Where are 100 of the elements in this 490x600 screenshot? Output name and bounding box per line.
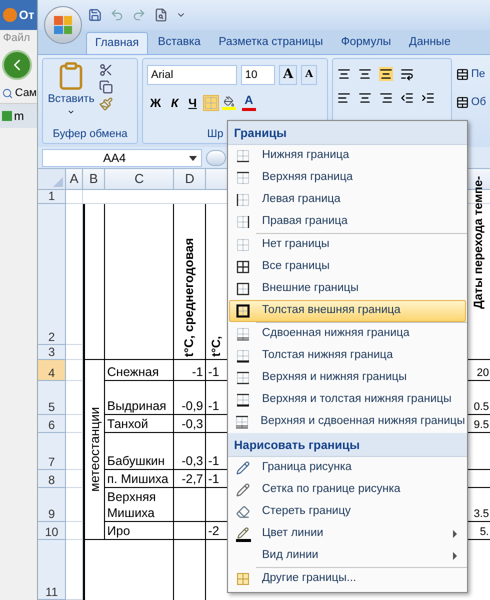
align-middle-icon[interactable] [358, 67, 372, 81]
align-bottom-icon[interactable] [379, 67, 394, 81]
column-header[interactable]: D [174, 169, 206, 190]
row-header[interactable]: 8 [38, 470, 66, 488]
menu-item[interactable]: Верхняя граница [229, 167, 466, 189]
ribbon-button[interactable]: Об [471, 94, 486, 110]
column-header[interactable]: C [105, 169, 174, 190]
row-header[interactable]: 7 [38, 433, 66, 470]
group-label: Шр [207, 126, 224, 142]
align-left-icon[interactable] [337, 91, 352, 105]
ribbon-tab[interactable]: Разметка страницы [210, 32, 331, 54]
cell-value: 9.5 [474, 418, 489, 432]
border-icon [236, 260, 250, 274]
ribbon-tab[interactable]: Главная [86, 32, 148, 54]
menu-item[interactable]: Правая граница [229, 211, 466, 233]
sheet-cell [66, 433, 84, 470]
row-header[interactable]: 10 [38, 522, 66, 540]
row-header[interactable]: 1 [38, 190, 66, 204]
font-name-field[interactable]: Arial [147, 65, 238, 85]
font-color-button[interactable]: A [240, 93, 258, 113]
align-right-icon[interactable] [379, 91, 394, 105]
browser-tab[interactable]: m [14, 107, 24, 125]
row-header[interactable]: 9 [38, 488, 66, 522]
menu-item[interactable]: Вид линии [229, 545, 466, 567]
menu-item[interactable]: Толстая внешняя граница [229, 300, 466, 322]
sheet-cell [66, 345, 84, 360]
pencil-icon [236, 483, 250, 497]
menu-item[interactable]: Сдвоенная нижняя граница [229, 323, 466, 345]
row-header[interactable]: 2 [38, 204, 66, 345]
group-label: Буфер обмена [52, 126, 129, 142]
menu-item[interactable]: Левая граница [229, 189, 466, 211]
ribbon-tab[interactable]: Вставка [150, 32, 209, 54]
back-button[interactable] [2, 50, 32, 80]
table-icon[interactable] [456, 96, 470, 108]
menu-item[interactable]: Граница рисунка [229, 457, 466, 479]
name-box[interactable]: AA4 [42, 148, 202, 166]
copy-icon[interactable] [99, 80, 114, 94]
grow-font-button[interactable]: A [279, 65, 298, 85]
pen-line-icon [236, 526, 250, 542]
menu-item[interactable]: Верхняя и сдвоенная нижняя границы [229, 411, 466, 433]
underline-button[interactable]: Ч [185, 93, 200, 113]
italic-button[interactable]: К [168, 93, 182, 113]
border-icon [236, 327, 250, 341]
column-heading: Даты перехода темпе- [470, 176, 486, 309]
border-icon [236, 371, 250, 385]
cell-value: -1 [208, 453, 220, 469]
border-icon [236, 282, 250, 296]
sheet-cell [66, 488, 84, 522]
menu-item[interactable]: Стереть границу [229, 501, 466, 523]
align-center-icon[interactable] [358, 91, 372, 105]
menu-item[interactable]: Нет границы [229, 234, 466, 256]
ribbon-button[interactable]: Пе [471, 66, 486, 82]
menu-item[interactable]: Толстая нижняя граница [229, 345, 466, 367]
fill-color-icon[interactable] [222, 96, 236, 110]
menu-item[interactable]: Все границы [229, 256, 466, 278]
menu-item[interactable]: Сетка по границе рисунка [229, 479, 466, 501]
station-name: Бабушкин [107, 453, 165, 469]
orientation-icon[interactable] [400, 67, 414, 81]
cell-value: -1 [208, 364, 220, 380]
cell-value: 20 [476, 366, 489, 380]
indent-icon[interactable] [421, 91, 436, 105]
menu-item[interactable]: Цвет линии [229, 523, 466, 545]
menu-item[interactable]: Нижняя граница [229, 145, 466, 167]
font-size-field[interactable]: 10 [241, 65, 276, 85]
menu-item[interactable]: Внешние границы [229, 278, 466, 300]
border-icon [236, 238, 250, 252]
border-icon [236, 393, 250, 407]
pencil-icon [236, 461, 250, 475]
row-header[interactable]: 4 [38, 360, 66, 381]
cut-icon[interactable] [99, 63, 114, 77]
menu-item[interactable]: Верхняя и толстая нижняя границы [229, 389, 466, 411]
menu-section-header: Границы [228, 121, 467, 145]
paste-button[interactable]: Вставить [48, 91, 94, 108]
station-name: Снежная [107, 364, 159, 380]
row-header[interactable]: 5 [38, 381, 66, 415]
save-icon[interactable] [88, 8, 102, 22]
border-icon [236, 349, 250, 363]
cell-value: 5. [480, 525, 489, 539]
ribbon-tab[interactable]: Данные [401, 32, 459, 54]
table-icon[interactable] [456, 68, 470, 80]
row-header[interactable]: 6 [38, 415, 66, 433]
column-header[interactable]: B [83, 169, 106, 190]
column-header[interactable]: A [66, 169, 84, 190]
bold-button[interactable]: Ж [147, 93, 164, 113]
ribbon-tab[interactable]: Формулы [333, 32, 400, 54]
menu-item[interactable]: Другие границы... [229, 568, 466, 590]
station-name: Танхой [107, 416, 148, 432]
row-header[interactable]: 11 [38, 540, 66, 600]
cell-value: -2 [208, 523, 220, 539]
row-header[interactable]: 3 [38, 345, 66, 360]
shrink-font-button[interactable]: A [301, 65, 317, 85]
cell-value: -0,9 [182, 398, 204, 414]
cell-value: -1 [208, 471, 220, 487]
submenu-arrow-icon [453, 552, 457, 560]
window-title: От [19, 7, 34, 24]
print-preview-icon[interactable] [154, 8, 168, 22]
bookmark[interactable]: Сам [15, 85, 37, 102]
align-top-icon[interactable] [337, 67, 352, 81]
outdent-icon[interactable] [400, 91, 414, 105]
menu-item[interactable]: Верхняя и нижняя границы [229, 367, 466, 389]
